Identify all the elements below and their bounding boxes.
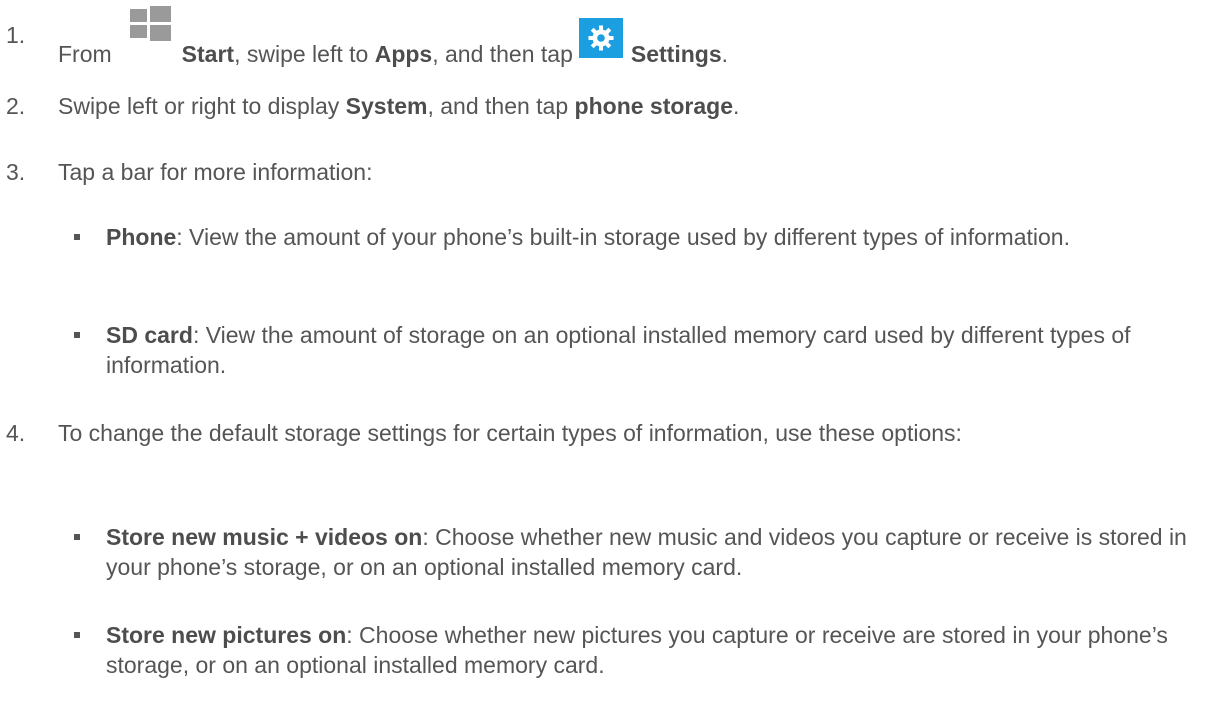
- step-text-part: , and then tap: [427, 93, 569, 119]
- bullet-marker: [74, 534, 80, 540]
- step-text: Tap a bar for more information:: [58, 159, 373, 185]
- step-text-part: .: [733, 93, 740, 119]
- apps-label: Apps: [374, 41, 433, 67]
- bullet-label: Store new pictures on: [106, 622, 347, 648]
- step-number: 2.: [6, 93, 26, 119]
- step-text-part: .: [721, 41, 729, 67]
- start-label: Start: [181, 41, 235, 67]
- bullet-text: SD card: View the amount of storage on a…: [106, 320, 1206, 380]
- step-text: Swipe left or right to display System, a…: [58, 91, 1198, 121]
- windows-start-icon: [118, 6, 174, 54]
- settings-label: Settings: [630, 41, 722, 67]
- step-number: 1.: [6, 22, 26, 48]
- step-number: 3.: [6, 159, 26, 185]
- bullet-text: Store new music + videos on: Choose whet…: [106, 522, 1206, 582]
- bullet-description: : View the amount of storage on an optio…: [106, 322, 1131, 378]
- bullet-description: : View the amount of your phone’s built-…: [176, 224, 1070, 250]
- bullet-label: SD card: [106, 322, 193, 348]
- bullet-marker: [74, 332, 80, 338]
- system-label: System: [345, 93, 428, 119]
- bullet-label: Phone: [106, 224, 177, 250]
- bullet-marker: [74, 632, 80, 638]
- settings-gear-icon: [578, 18, 623, 58]
- bullet-label: Store new music + videos on: [106, 524, 423, 550]
- step-text: From Start, swipe left to Apps, and then …: [58, 6, 1198, 69]
- step-number: 4.: [6, 420, 26, 446]
- bullet-text: Phone: View the amount of your phone’s b…: [106, 222, 1206, 252]
- step-text: To change the default storage settings f…: [58, 420, 962, 446]
- step-text-part: From: [58, 41, 112, 67]
- step-text-part: , and then tap: [432, 41, 573, 67]
- phone-storage-label: phone storage: [574, 93, 734, 119]
- step-text-part: , swipe left to: [234, 41, 369, 67]
- bullet-marker: [74, 234, 80, 240]
- step-text-part: Swipe left or right to display: [58, 93, 340, 119]
- bullet-text: Store new pictures on: Choose whether ne…: [106, 620, 1206, 680]
